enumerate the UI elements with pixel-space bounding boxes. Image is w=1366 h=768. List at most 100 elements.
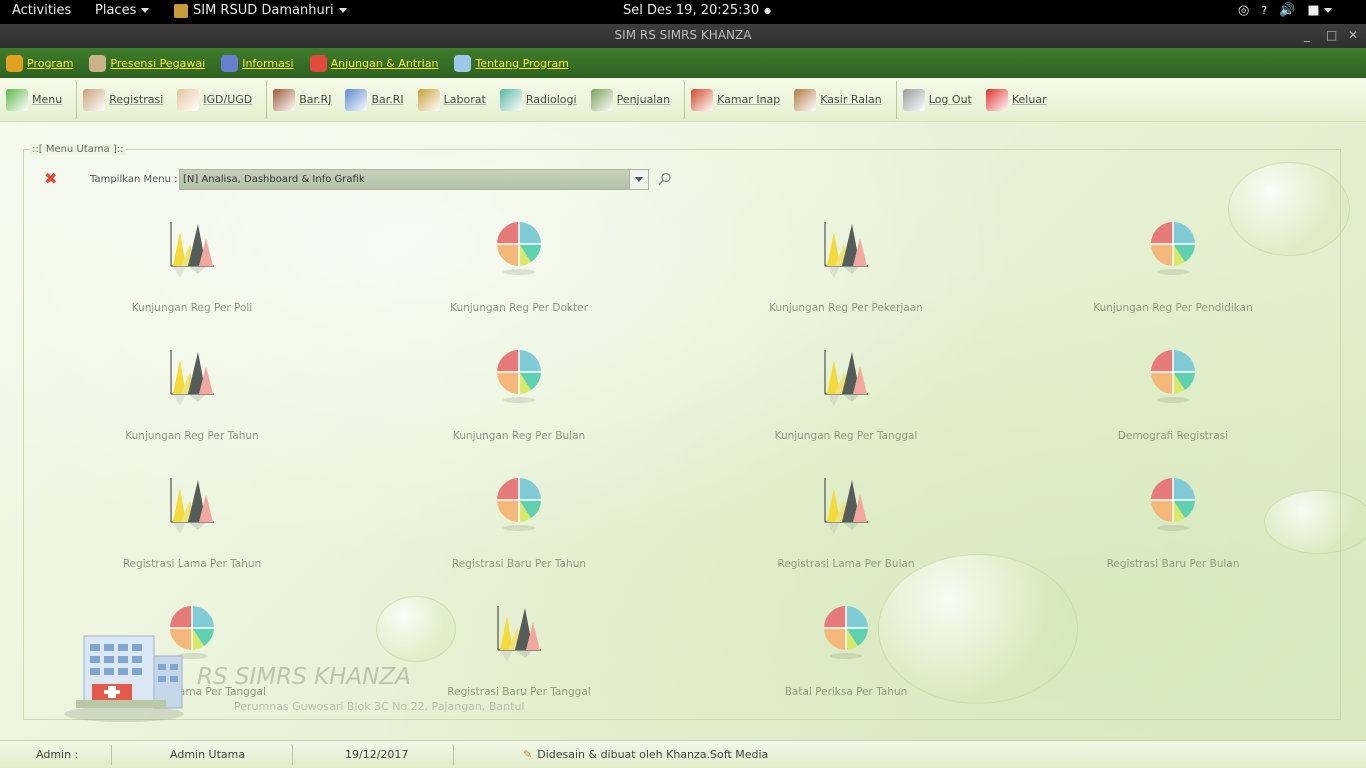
menubar-item-notepad[interactable]: Tentang Program [454, 54, 569, 72]
toolbar: Menu Registrasi IGD/UGD Bar.RJ Bar.RI Laborat… [0, 78, 1366, 122]
menu-item[interactable]: Batal Periksa Per Tahun [726, 602, 966, 712]
menu-item[interactable]: Kunjungan Reg Per Tanggal [726, 346, 966, 456]
status-credit-label: Didesain & dibuat oleh Khanza.Soft Media [537, 748, 769, 761]
main-area: ::[ Menu Utama ]:: ✖ Tampilkan Menu : [N… [0, 122, 1366, 740]
menu-item-label: Kunjungan Reg Per Poli [131, 302, 253, 314]
menubar-item-label: Presensi Pegawai [110, 56, 206, 70]
system-top-bar: Activities Places SIM RSUD Damanhuri Sel… [0, 0, 1366, 24]
close-icon[interactable]: ✕ [1348, 24, 1358, 46]
menu-filter-select[interactable]: [N] Analisa, Dashboard & Info Grafik [179, 169, 649, 190]
menubar-item-label: Informasi [242, 56, 294, 70]
menu-item[interactable]: Kunjungan Reg Per Dokter [399, 218, 639, 328]
filter-value: [N] Analisa, Dashboard & Info Grafik [183, 174, 365, 185]
toolbar-button-home[interactable]: Menu [6, 78, 62, 122]
toolbar-button-house[interactable]: Kamar Inap [691, 78, 780, 122]
pie-chart-icon [497, 478, 541, 531]
status-user: Admin : [36, 748, 79, 761]
volume-icon: 🔊 [1279, 3, 1296, 18]
toolbar-button-pills[interactable]: Bar.RI [345, 78, 404, 122]
chevron-down-icon[interactable] [629, 170, 648, 189]
pie-chart-icon [1151, 478, 1195, 531]
menu-item[interactable]: Registrasi Baru Per Tahun [399, 474, 639, 584]
pencil-icon: ✎ [523, 748, 533, 761]
menubar-item-label: Tentang Program [475, 56, 569, 70]
menu-item[interactable]: Kunjungan Reg Per Tahun [72, 346, 312, 456]
toolbar-button-exit[interactable]: Keluar [985, 78, 1047, 122]
toolbar-button-label: Bar.RJ [299, 93, 332, 106]
watermark-title: RS SIMRS KHANZA [197, 664, 411, 690]
menu-item[interactable]: Kunjungan Reg Per Pekerjaan [726, 218, 966, 328]
menu-item-label: Kunjungan Reg Per Pendidikan [1093, 302, 1253, 314]
logout-icon [902, 88, 925, 111]
menu-item-label: Kunjungan Reg Per Tahun [125, 430, 259, 442]
pie-chart-icon [497, 350, 541, 403]
window-title: SIM RS SIMRS KHANZA [614, 28, 752, 42]
toolbar-button-radiology[interactable]: Radiologi [499, 78, 577, 122]
activities-button[interactable]: Activities [12, 3, 71, 18]
menu-item[interactable]: Kunjungan Reg Per Pendidikan [1053, 218, 1293, 328]
bar-chart-icon [824, 350, 868, 406]
menu-item[interactable]: Demografi Registrasi [1053, 346, 1293, 456]
places-menu[interactable]: Places [95, 3, 150, 18]
hospital-logo [64, 635, 184, 722]
system-tray[interactable]: ◎ ? 🔊 ■ [1238, 3, 1332, 18]
medicine-cart-icon [273, 88, 296, 111]
employee-icon [89, 54, 107, 72]
toolbar-button-label: Registrasi [109, 93, 164, 106]
help-icon: ? [1261, 4, 1268, 17]
menu-item[interactable]: Registrasi Lama Per Bulan [726, 474, 966, 584]
toolbar-button-cashier[interactable]: Kasir Ralan [794, 78, 882, 122]
home-icon [6, 88, 28, 111]
toolbar-button-label: Menu [32, 93, 63, 106]
toolbar-button-microscope[interactable]: Laborat [417, 78, 486, 122]
menu-item[interactable]: Kunjungan Reg Per Bulan [399, 346, 639, 456]
filter-row: ✖ Tampilkan Menu : [N] Analisa, Dashboar… [24, 168, 1340, 192]
menu-panel: ::[ Menu Utama ]:: ✖ Tampilkan Menu : [N… [23, 144, 1341, 722]
cart-icon [590, 88, 613, 111]
menubar-item-books[interactable]: Informasi [221, 54, 294, 72]
minimize-icon[interactable]: _ [1304, 24, 1310, 46]
bar-chart-icon [824, 222, 868, 278]
toolbar-button-logout[interactable]: Log Out [902, 78, 972, 122]
search-icon[interactable] [658, 172, 672, 186]
toolbar-button-label: Radiologi [525, 93, 577, 106]
close-menu-icon[interactable]: ✖ [44, 171, 60, 187]
microscope-icon [417, 88, 440, 111]
menu-item-label: Kunjungan Reg Per Tanggal [774, 430, 918, 442]
maximize-icon[interactable]: □ [1326, 24, 1337, 46]
watermark-address: Perumnas Guwosari Blok 3C No.22, Pajanga… [234, 700, 525, 713]
radiology-icon [499, 88, 522, 111]
status-separator [292, 745, 293, 765]
menu-item[interactable]: Kunjungan Reg Per Poli [72, 218, 312, 328]
menu-item-label: Kunjungan Reg Per Bulan [452, 430, 586, 442]
chevron-down-icon [338, 8, 347, 13]
pie-chart-icon [824, 606, 868, 659]
app-icon [174, 3, 188, 18]
app-menu-label: SIM RSUD Damanhuri [193, 3, 334, 18]
toolbar-button-cart[interactable]: Penjualan [590, 78, 671, 122]
app-menu[interactable]: SIM RSUD Damanhuri [174, 3, 347, 18]
toolbar-button-label: Bar.RI [371, 93, 404, 106]
toolbar-button-label: Kasir Ralan [820, 93, 882, 106]
toolbar-button-doctor[interactable]: IGD/UGD [177, 78, 252, 122]
toolbar-button-medicine-cart[interactable]: Bar.RJ [273, 78, 331, 122]
window-title-bar: SIM RS SIMRS KHANZA _ □ ✕ [0, 24, 1366, 48]
menubar-item-key[interactable]: Program [6, 54, 73, 72]
menubar-item-employee[interactable]: Presensi Pegawai [89, 54, 206, 72]
toolbar-button-label: IGD/UGD [203, 93, 253, 106]
lifebuoy-icon [309, 54, 327, 72]
notification-dot-icon: ● [764, 6, 772, 15]
toolbar-button-registration[interactable]: Registrasi [83, 78, 163, 122]
menubar: Program Presensi Pegawai Informasi Anjungan… [0, 48, 1366, 78]
menubar-item-lifebuoy[interactable]: Anjungan & Antrian [309, 54, 438, 72]
clock[interactable]: Sel Des 19, 20:25:30 ● [623, 3, 771, 18]
power-icon: ■ [1307, 3, 1332, 18]
menu-item[interactable]: Registrasi Lama Per Tahun [72, 474, 312, 584]
menu-item[interactable]: Registrasi Baru Per Tanggal [399, 602, 639, 712]
menu-item[interactable]: Registrasi Baru Per Bulan [1053, 474, 1293, 584]
toolbar-button-label: Penjualan [616, 93, 671, 106]
menu-item-label: Registrasi Lama Per Bulan [777, 558, 915, 570]
toolbar-button-label: Kamar Inap [717, 93, 781, 106]
notepad-icon [454, 54, 472, 72]
status-bar: Admin : Admin Utama 19/12/2017 ✎ Didesai… [0, 740, 1366, 768]
